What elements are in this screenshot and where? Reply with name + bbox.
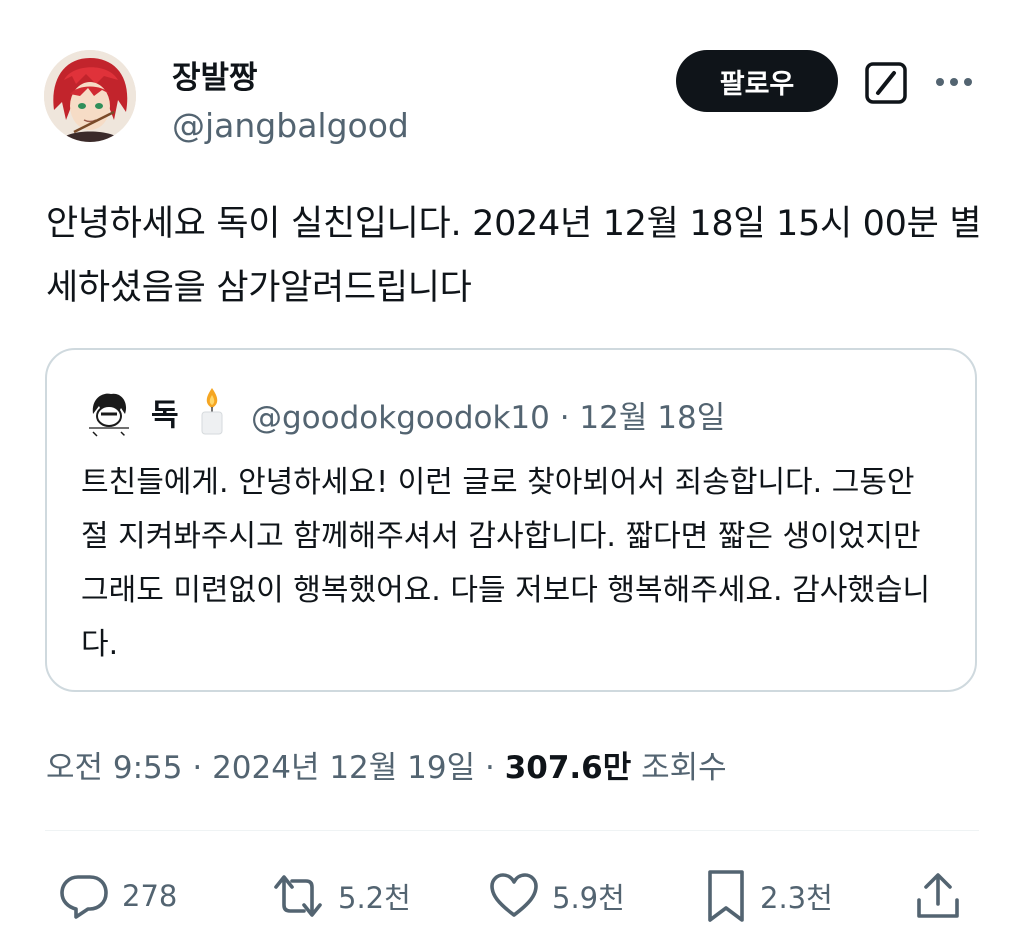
quoted-tweet[interactable]: 독 @goodokgoodok10 · 12월 18일 트친들에게. 안녕하세요… <box>45 348 977 692</box>
share-icon <box>917 873 959 918</box>
author-handle[interactable]: @jangbalgood <box>172 106 409 145</box>
quoted-author-avatar[interactable] <box>81 384 137 440</box>
quoted-author-handle-date[interactable]: @goodokgoodok10 · 12월 18일 <box>251 392 725 437</box>
share-button[interactable] <box>914 868 962 924</box>
bookmark-icon <box>708 870 744 922</box>
more-icon[interactable] <box>930 70 978 94</box>
retweet-button[interactable]: 5.2천 <box>270 868 411 924</box>
timestamp[interactable]: 오전 9:55 · 2024년 12월 19일 · <box>46 750 505 786</box>
divider <box>45 830 979 831</box>
bookmark-button[interactable]: 2.3천 <box>704 868 833 924</box>
author-avatar[interactable] <box>44 50 136 142</box>
tweet-meta: 오전 9:55 · 2024년 12월 19일 · 307.6만 조회수 <box>46 742 727 787</box>
grok-icon[interactable] <box>864 61 908 105</box>
views-count: 307.6만 <box>504 750 632 786</box>
bookmark-count: 2.3천 <box>760 881 833 915</box>
quoted-author-display-name[interactable]: 독 <box>151 390 179 434</box>
author-display-name[interactable]: 장발짱 <box>172 52 258 97</box>
like-button[interactable]: 5.9천 <box>488 868 625 924</box>
views-label: 조회수 <box>641 750 727 786</box>
like-count: 5.9천 <box>552 881 625 915</box>
like-icon <box>490 873 538 917</box>
quoted-tweet-text: 트친들에게. 안녕하세요! 이런 글로 찾아뵈어서 죄송합니다. 그동안 절 지… <box>81 465 931 662</box>
reply-count: 278 <box>122 879 178 913</box>
reply-icon <box>60 875 108 919</box>
candle-icon <box>197 386 227 436</box>
follow-button[interactable]: 팔로우 <box>676 50 838 112</box>
retweet-icon <box>274 875 322 917</box>
tweet-text: 안녕하세요 독이 실친입니다. 2024년 12월 18일 15시 00분 별세… <box>46 204 982 308</box>
reply-button[interactable]: 278 <box>58 868 177 924</box>
retweet-count: 5.2천 <box>338 881 411 915</box>
